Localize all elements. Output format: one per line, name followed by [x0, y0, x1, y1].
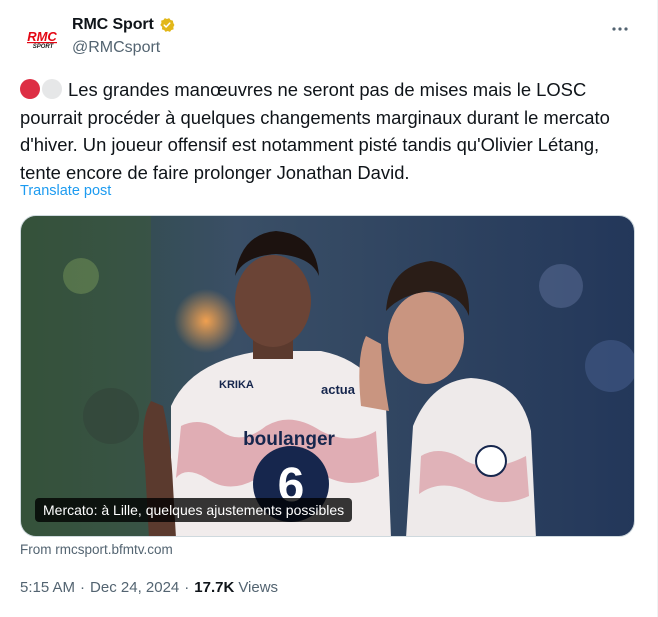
- translate-post-link[interactable]: Translate post: [20, 183, 111, 199]
- separator: ·: [184, 579, 190, 596]
- svg-text:SPORT: SPORT: [33, 44, 55, 50]
- red-circle-emoji-icon: [20, 79, 40, 99]
- svg-text:actua: actua: [321, 382, 356, 397]
- views-label: Views: [238, 579, 279, 596]
- media-caption: Mercato: à Lille, quelques ajustements p…: [35, 498, 353, 522]
- author-display-name[interactable]: RMC Sport: [72, 16, 154, 34]
- more-horizontal-icon: [612, 27, 628, 31]
- svg-text:KRIKA: KRIKA: [219, 379, 254, 391]
- svg-text:RMC: RMC: [27, 29, 57, 44]
- link-card-media[interactable]: 6 boulanger KRIKA actua Mercato: à Lille…: [20, 215, 635, 537]
- article-photo: 6 boulanger KRIKA actua: [21, 216, 634, 536]
- link-source[interactable]: From rmcsport.bfmtv.com: [20, 542, 173, 557]
- post-date[interactable]: Dec 24, 2024: [90, 579, 179, 596]
- tweet-card[interactable]: RMC SPORT RMC Sport @RMCsport Les grande…: [0, 0, 658, 617]
- rmc-sport-logo: RMC SPORT: [18, 15, 66, 63]
- post-meta: 5:15 AM · Dec 24, 2024 · 17.7K Views: [20, 579, 278, 596]
- author-name-row[interactable]: RMC Sport: [72, 16, 176, 34]
- author-handle[interactable]: @RMCsport: [72, 39, 160, 57]
- verified-badge-icon[interactable]: [158, 16, 176, 34]
- author-avatar[interactable]: RMC SPORT: [18, 15, 66, 63]
- more-options-button[interactable]: [605, 14, 635, 44]
- post-text: Les grandes manœuvres ne seront pas de m…: [20, 76, 642, 186]
- separator: ·: [80, 579, 86, 596]
- svg-text:boulanger: boulanger: [243, 429, 335, 450]
- post-time[interactable]: 5:15 AM: [20, 579, 75, 596]
- white-circle-emoji-icon: [42, 79, 62, 99]
- views-count[interactable]: 17.7K: [194, 579, 234, 596]
- post-body: Les grandes manœuvres ne seront pas de m…: [20, 79, 610, 183]
